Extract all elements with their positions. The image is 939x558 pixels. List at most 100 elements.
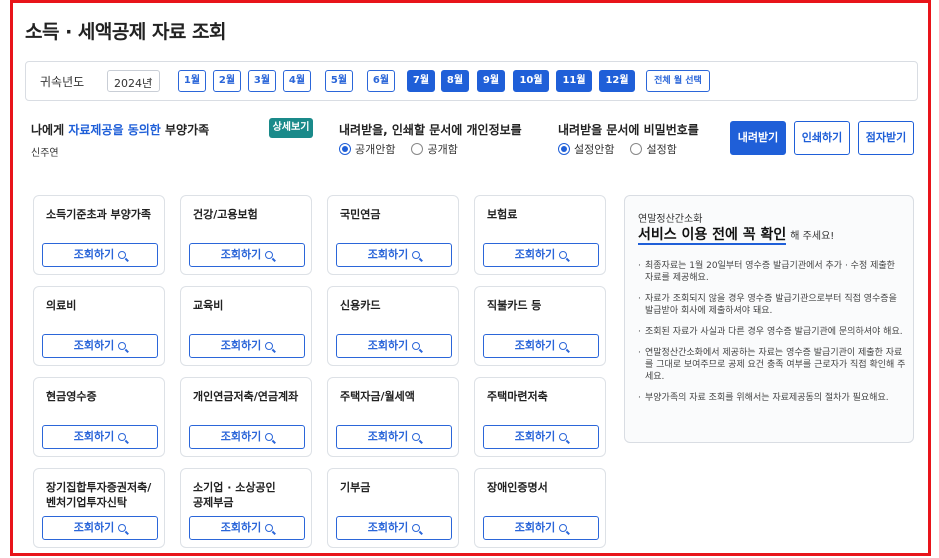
month-button[interactable]: 4월: [283, 70, 311, 92]
category-name: 교육비: [193, 299, 224, 312]
query-button-label: 조회하기: [514, 339, 556, 352]
notice-heading: 서비스 이용 전에 꼭 확인 해 주세요!: [638, 224, 835, 245]
password-radio-group: 설정안함 설정함: [558, 141, 677, 157]
braille-button[interactable]: 점자받기: [858, 121, 914, 155]
search-icon: [559, 433, 568, 441]
search-icon: [118, 433, 127, 441]
category-name: 신용카드: [340, 299, 381, 312]
query-button[interactable]: 조회하기: [189, 243, 305, 267]
month-button[interactable]: 11월: [556, 70, 592, 92]
category-card: 교육비조회하기: [180, 286, 312, 366]
query-button[interactable]: 조회하기: [189, 334, 305, 358]
category-card: 소기업 · 소상공인 공제부금조회하기: [180, 468, 312, 548]
query-button-label: 조회하기: [220, 339, 262, 352]
category-name: 장기집합투자증권저축/ 벤처기업투자신탁: [46, 481, 152, 509]
search-icon: [412, 433, 421, 441]
query-button[interactable]: 조회하기: [336, 425, 452, 449]
year-label: 귀속년도: [40, 75, 85, 89]
category-name: 기부금: [340, 481, 371, 494]
consent-label: 나에게 자료제공을 동의한 부양가족: [31, 121, 209, 138]
search-icon: [412, 251, 421, 259]
query-button[interactable]: 조회하기: [336, 516, 452, 540]
month-button[interactable]: 3월: [248, 70, 276, 92]
notice-item: 연말정산간소화에서 제공하는 자료는 영수증 발급기관이 제출한 자료를 그대로…: [638, 347, 906, 383]
category-card: 기부금조회하기: [327, 468, 459, 548]
query-button-label: 조회하기: [367, 248, 409, 261]
query-button[interactable]: 조회하기: [483, 425, 599, 449]
search-icon: [118, 251, 127, 259]
category-name: 보험료: [487, 208, 518, 221]
privacy-radio-show[interactable]: [411, 143, 424, 155]
category-card: 의료비조회하기: [33, 286, 165, 366]
month-button[interactable]: 1월: [178, 70, 206, 92]
print-button[interactable]: 인쇄하기: [794, 121, 850, 155]
notice-heading-main: 서비스 이용 전에 꼭 확인: [638, 227, 787, 245]
query-button-label: 조회하기: [367, 339, 409, 352]
category-name: 개인연금저축/연금계좌: [193, 390, 299, 403]
download-button[interactable]: 내려받기: [730, 121, 786, 155]
month-button[interactable]: 9월: [477, 70, 505, 92]
privacy-radio-hide[interactable]: [339, 143, 351, 155]
query-button-label: 조회하기: [367, 430, 409, 443]
privacy-radio-group: 공개안함 공개함: [339, 141, 458, 157]
search-icon: [265, 433, 274, 441]
category-card: 주택마련저축조회하기: [474, 377, 606, 457]
query-button-label: 조회하기: [220, 430, 262, 443]
query-button-label: 조회하기: [73, 430, 115, 443]
query-button[interactable]: 조회하기: [42, 334, 158, 358]
query-button[interactable]: 조회하기: [42, 425, 158, 449]
category-card: 주택자금/월세액조회하기: [327, 377, 459, 457]
query-button-label: 조회하기: [220, 521, 262, 534]
category-card: 장애인증명서 조회하기: [474, 468, 606, 548]
category-card: 건강/고용보험조회하기: [180, 195, 312, 275]
category-name: 직불카드 등: [487, 299, 542, 312]
query-button-label: 조회하기: [514, 248, 556, 261]
category-name: 의료비: [46, 299, 77, 312]
consent-label-highlight: 자료제공을 동의한: [68, 123, 161, 137]
notice-subtitle: 연말정산간소화: [638, 214, 703, 225]
query-button-label: 조회하기: [367, 521, 409, 534]
privacy-option-show-label: 공개함: [427, 143, 458, 156]
query-button[interactable]: 조회하기: [42, 243, 158, 267]
category-name: 건강/고용보험: [193, 208, 258, 221]
family-member-name: 신주연: [31, 148, 59, 159]
select-all-months-button[interactable]: 전체 월 선택: [646, 70, 710, 92]
month-button[interactable]: 8월: [441, 70, 469, 92]
chevron-down-icon: ⌄: [146, 74, 154, 84]
month-button[interactable]: 7월: [407, 70, 435, 92]
password-radio-set[interactable]: [630, 143, 643, 155]
password-option-set-label: 설정함: [646, 143, 677, 156]
query-button[interactable]: 조회하기: [336, 243, 452, 267]
notice-item: 최종자료는 1월 20일부터 영수증 발급기관에서 추가 · 수정 제출한 자료…: [638, 260, 906, 284]
category-name: 현금영수증: [46, 390, 97, 403]
search-icon: [118, 342, 127, 350]
month-button[interactable]: 6월: [367, 70, 395, 92]
category-card: 개인연금저축/연금계좌조회하기: [180, 377, 312, 457]
category-name: 소기업 · 소상공인 공제부금: [193, 481, 276, 509]
detail-view-button[interactable]: 상세보기: [269, 118, 313, 138]
search-icon: [559, 342, 568, 350]
query-button[interactable]: 조회하기: [483, 516, 599, 540]
year-select[interactable]: 2024년 ⌄: [107, 70, 160, 92]
month-button[interactable]: 10월: [513, 70, 549, 92]
query-button[interactable]: 조회하기: [483, 334, 599, 358]
password-radio-none[interactable]: [558, 143, 570, 155]
category-card: 장기집합투자증권저축/ 벤처기업투자신탁조회하기: [33, 468, 165, 548]
query-button[interactable]: 조회하기: [42, 516, 158, 540]
month-button[interactable]: 2월: [213, 70, 241, 92]
query-button[interactable]: 조회하기: [189, 516, 305, 540]
search-icon: [118, 524, 127, 532]
category-name: 주택마련저축: [487, 390, 548, 403]
password-label: 내려받을 문서에 비밀번호를: [558, 123, 699, 137]
query-button[interactable]: 조회하기: [483, 243, 599, 267]
query-button[interactable]: 조회하기: [336, 334, 452, 358]
notice-heading-suffix: 해 주세요!: [790, 231, 835, 242]
month-button[interactable]: 5월: [325, 70, 353, 92]
category-name: 주택자금/월세액: [340, 390, 415, 403]
category-card: 신용카드조회하기: [327, 286, 459, 366]
privacy-label: 내려받을, 인쇄할 문서에 개인정보를: [339, 123, 522, 137]
month-button[interactable]: 12월: [599, 70, 635, 92]
category-card: 국민연금 조회하기: [327, 195, 459, 275]
query-button[interactable]: 조회하기: [189, 425, 305, 449]
category-name: 소득기준초과 부양가족: [46, 208, 152, 221]
